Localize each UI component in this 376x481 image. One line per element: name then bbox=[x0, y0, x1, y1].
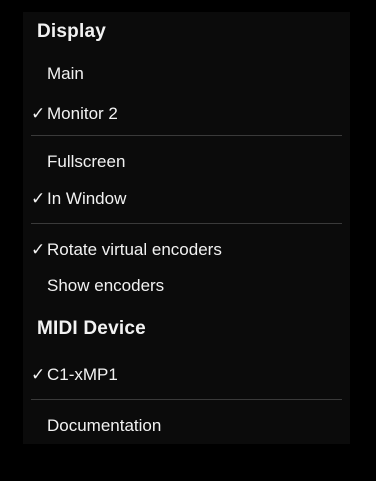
menu-item-documentation-label: Documentation bbox=[47, 416, 162, 435]
menu-item-rotate-virtual-encoders-label: Rotate virtual encoders bbox=[47, 240, 222, 259]
menu-item-rotate-virtual-encoders[interactable]: ✓ Rotate virtual encoders bbox=[31, 239, 340, 261]
checkmark-icon: ✓ bbox=[31, 365, 46, 384]
menu-item-c1-xmp1-label: C1-xMP1 bbox=[47, 365, 118, 384]
menu-item-documentation[interactable]: Documentation bbox=[47, 415, 340, 437]
menu-item-monitor-2[interactable]: ✓ Monitor 2 bbox=[31, 103, 340, 125]
menu-item-main-label: Main bbox=[47, 64, 84, 83]
menu-separator bbox=[31, 135, 342, 136]
menu-separator bbox=[31, 223, 342, 224]
checkmark-icon: ✓ bbox=[31, 240, 46, 259]
display-section-header: Display bbox=[37, 21, 106, 42]
menu-item-show-encoders-label: Show encoders bbox=[47, 276, 165, 295]
menu-item-fullscreen[interactable]: Fullscreen bbox=[47, 151, 340, 173]
menu-item-monitor-2-label: Monitor 2 bbox=[47, 104, 118, 123]
menu-item-show-encoders[interactable]: Show encoders bbox=[47, 275, 340, 297]
checkmark-icon: ✓ bbox=[31, 104, 46, 123]
menu-item-c1-xmp1[interactable]: ✓ C1-xMP1 bbox=[31, 364, 340, 386]
context-menu: Display Main ✓ Monitor 2 Fullscreen ✓ In… bbox=[23, 12, 350, 444]
menu-item-in-window-label: In Window bbox=[47, 189, 127, 208]
checkmark-icon: ✓ bbox=[31, 189, 46, 208]
menu-item-in-window[interactable]: ✓ In Window bbox=[31, 188, 340, 210]
menu-item-fullscreen-label: Fullscreen bbox=[47, 152, 126, 171]
menu-separator bbox=[31, 399, 342, 400]
midi-device-section-header: MIDI Device bbox=[37, 318, 146, 339]
menu-item-main[interactable]: Main bbox=[47, 63, 340, 85]
